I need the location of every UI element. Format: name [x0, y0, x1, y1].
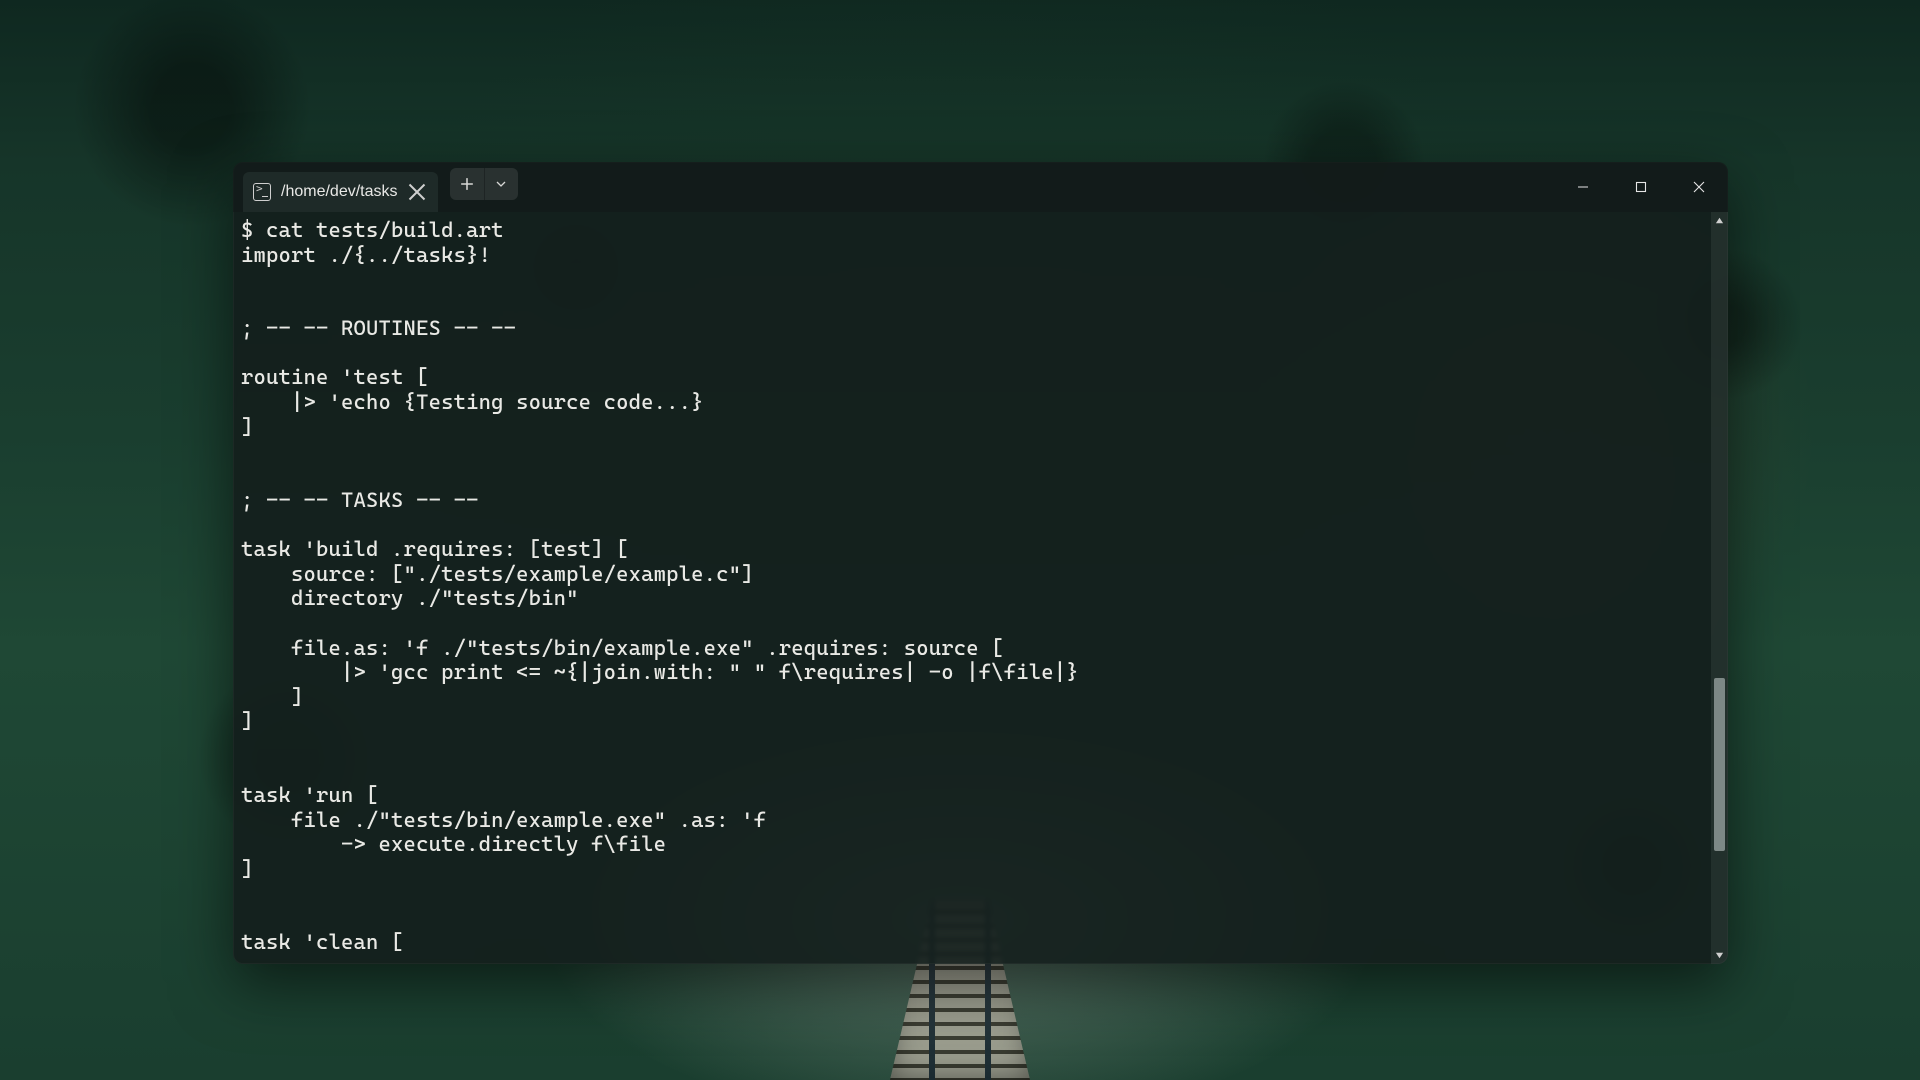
scrollbar-thumb[interactable]: [1714, 678, 1725, 851]
scrollbar[interactable]: [1711, 212, 1728, 964]
close-window-button[interactable]: [1670, 162, 1728, 212]
close-icon: [1693, 181, 1705, 193]
scroll-down-button[interactable]: [1711, 947, 1728, 964]
chevron-down-icon: [495, 178, 507, 190]
terminal-icon: [253, 183, 271, 201]
minimize-icon: [1577, 181, 1589, 193]
titlebar[interactable]: /home/dev/tasks: [233, 162, 1728, 212]
triangle-down-icon: [1715, 951, 1724, 960]
terminal-body[interactable]: $ cat tests/build.art import ./{../tasks…: [233, 212, 1728, 964]
close-icon: [408, 183, 426, 201]
tab-title: /home/dev/tasks: [281, 183, 398, 201]
tab-active[interactable]: /home/dev/tasks: [243, 172, 438, 212]
terminal-output: $ cat tests/build.art import ./{../tasks…: [241, 218, 1728, 955]
tab-dropdown-button[interactable]: [484, 168, 518, 200]
window-controls: [1554, 162, 1728, 212]
triangle-up-icon: [1715, 216, 1724, 225]
tab-actions: [450, 168, 518, 200]
tab-strip: /home/dev/tasks: [233, 162, 518, 212]
plus-icon: [460, 177, 474, 191]
tab-close-button[interactable]: [408, 183, 426, 201]
minimize-button[interactable]: [1554, 162, 1612, 212]
scroll-up-button[interactable]: [1711, 212, 1728, 229]
new-tab-button[interactable]: [450, 168, 484, 200]
maximize-icon: [1635, 181, 1647, 193]
maximize-button[interactable]: [1612, 162, 1670, 212]
terminal-window: /home/dev/tasks: [233, 162, 1728, 964]
